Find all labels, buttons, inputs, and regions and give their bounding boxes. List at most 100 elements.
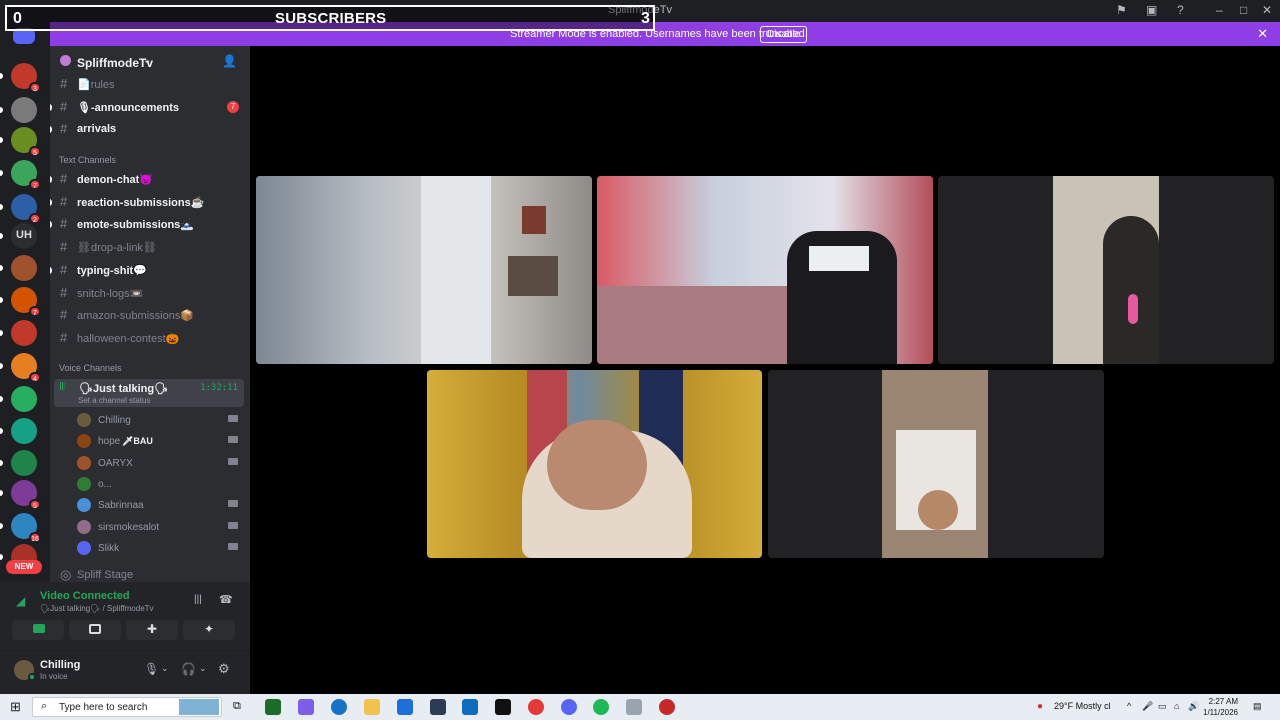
- video-tile-4[interactable]: [427, 370, 762, 558]
- channel-status-link[interactable]: Set a channel status: [78, 396, 151, 405]
- text-channels-category[interactable]: Text Channels: [59, 155, 116, 165]
- video-tile-3[interactable]: [938, 176, 1274, 364]
- voice-channel-just-talking[interactable]: 𝄃𝄃 🗣Just talking🗣 1:32:11 Set a channel …: [54, 379, 244, 407]
- help-icon[interactable]: ?: [1177, 3, 1184, 17]
- weather-text[interactable]: 29°F Mostly cl: [1054, 701, 1111, 711]
- voice-channels-category[interactable]: Voice Channels: [59, 363, 122, 373]
- server-icon-14[interactable]: 16: [11, 513, 41, 543]
- channel-item[interactable]: # ⛓drop-a-link⛓: [50, 237, 250, 257]
- server-icon-12[interactable]: [11, 450, 37, 476]
- settings-gear-icon[interactable]: ⚙: [218, 661, 230, 677]
- server-icon-8[interactable]: [11, 320, 37, 346]
- file-explorer-icon[interactable]: [364, 699, 380, 715]
- server-icon-3[interactable]: 7: [11, 160, 41, 190]
- display-tray-icon[interactable]: ▭: [1158, 701, 1167, 712]
- voice-member[interactable]: Slikk: [74, 538, 244, 558]
- user-name[interactable]: Chilling: [40, 659, 80, 671]
- server-icon-5[interactable]: UH: [11, 223, 37, 249]
- server-header[interactable]: SpliffmodeTv ⌄ 👤: [50, 50, 250, 74]
- channel-item[interactable]: # demon-chat😈: [50, 169, 250, 189]
- voice-member[interactable]: OARYX: [74, 453, 244, 473]
- disable-button[interactable]: Disable: [760, 26, 808, 43]
- server-icon-1[interactable]: [11, 97, 37, 123]
- activities-icon: ✚: [147, 622, 158, 636]
- channel-item[interactable]: # typing-shit💬: [50, 260, 250, 280]
- discord-icon[interactable]: [561, 699, 577, 715]
- camera-button[interactable]: [12, 620, 64, 640]
- copilot-icon[interactable]: [298, 699, 314, 715]
- nvidia-icon[interactable]: [265, 699, 281, 715]
- microphone-icon[interactable]: 🎙: [144, 662, 159, 676]
- server-icon-11[interactable]: [11, 418, 37, 444]
- noise-suppression-icon[interactable]: |||: [194, 594, 202, 605]
- channel-item[interactable]: # arrivals: [50, 119, 250, 139]
- voice-connection-panel: ◢ Video Connected 🗣Just talking🗣 / Splif…: [0, 582, 250, 650]
- disconnect-icon[interactable]: ☎: [219, 593, 233, 606]
- channel-item[interactable]: # emote-submissions🗻: [50, 214, 250, 234]
- weather-icon[interactable]: ●: [1037, 701, 1043, 712]
- video-tile-5[interactable]: [768, 370, 1104, 558]
- server-icon-0[interactable]: 3: [11, 63, 41, 93]
- channel-item[interactable]: # amazon-submissions📦: [50, 305, 250, 325]
- member-name: hope: [98, 436, 121, 448]
- tiktok-icon[interactable]: [495, 699, 511, 715]
- frames-image: [508, 256, 558, 296]
- channel-item[interactable]: # snitch-logs📼: [50, 283, 250, 303]
- outlook-icon[interactable]: [462, 699, 478, 715]
- maximize-icon[interactable]: □: [1240, 3, 1247, 17]
- voice-member[interactable]: hope 🗡BAU: [74, 431, 244, 451]
- channel-item[interactable]: # 📄rules: [50, 74, 250, 94]
- screen-share-button[interactable]: [69, 620, 121, 640]
- taskbar-search[interactable]: ⌕ Type here to search: [32, 697, 222, 717]
- video-tile-2[interactable]: [597, 176, 933, 364]
- voice-status[interactable]: Video Connected: [40, 590, 130, 602]
- voice-member[interactable]: o...: [74, 474, 244, 494]
- minimize-icon[interactable]: –: [1216, 3, 1223, 17]
- invite-icon[interactable]: 👤: [222, 54, 237, 68]
- inbox-icon[interactable]: ⚑: [1116, 3, 1127, 17]
- server-icon-13[interactable]: 5: [11, 480, 41, 510]
- network-icon[interactable]: ⌂: [1174, 701, 1179, 711]
- channel-item[interactable]: # halloween-contest🎃: [50, 328, 250, 348]
- close-window-icon[interactable]: ✕: [1262, 3, 1272, 17]
- server-icon-10[interactable]: [11, 386, 37, 412]
- voice-member[interactable]: Chilling: [74, 410, 244, 430]
- audio-options-chevron-icon[interactable]: ⌄: [199, 663, 207, 674]
- volume-icon[interactable]: 🔊: [1188, 701, 1199, 712]
- bed-image: [597, 286, 797, 364]
- member-name: sirsmokesalot: [98, 521, 160, 533]
- app-icon-2[interactable]: [626, 699, 642, 715]
- tray-expand-icon[interactable]: ^: [1127, 701, 1131, 711]
- server-icon-9[interactable]: 4: [11, 353, 41, 383]
- channel-item[interactable]: # 🎙-announcements 7: [50, 97, 250, 117]
- voice-member[interactable]: sirsmokesalot: [74, 517, 244, 537]
- store-icon[interactable]: [397, 699, 413, 715]
- video-tile-1[interactable]: [256, 176, 592, 364]
- channel-item[interactable]: # reaction-submissions☕: [50, 192, 250, 212]
- microphone-tray-icon[interactable]: 🎤: [1142, 701, 1153, 712]
- spotify-icon[interactable]: [593, 699, 609, 715]
- soundboard-button[interactable]: ✦: [183, 620, 235, 640]
- pink-object-image: [1128, 294, 1138, 324]
- screen-icon[interactable]: ▣: [1146, 3, 1157, 17]
- mic-options-chevron-icon[interactable]: ⌄: [161, 663, 169, 674]
- voice-member[interactable]: Sabrinnaa: [74, 495, 244, 515]
- notification-icon[interactable]: ▤: [1253, 701, 1262, 712]
- task-view-icon[interactable]: ⧉: [233, 700, 241, 713]
- voice-location[interactable]: 🗣Just talking🗣 / SpliffmodeTv: [40, 604, 154, 613]
- stage-channel[interactable]: ◎ Spliff Stage: [50, 565, 250, 582]
- chrome-icon[interactable]: [528, 699, 544, 715]
- close-banner-icon[interactable]: ✕: [1257, 26, 1268, 42]
- edge-icon[interactable]: [331, 699, 347, 715]
- server-icon-6[interactable]: [11, 255, 37, 281]
- server-icon-4[interactable]: 2: [11, 194, 41, 224]
- headphones-icon[interactable]: 🎧: [181, 662, 196, 676]
- obs-icon[interactable]: [659, 699, 675, 715]
- server-icon-2[interactable]: 5: [11, 127, 41, 157]
- app-icon[interactable]: [430, 699, 446, 715]
- hash-icon: #: [60, 121, 68, 137]
- windows-start-icon[interactable]: ⊞: [10, 699, 21, 715]
- server-icon-7[interactable]: 7: [11, 287, 41, 317]
- taskbar-clock[interactable]: 2:27 AM 1/11/2026: [1203, 696, 1238, 718]
- activities-button[interactable]: ✚: [126, 620, 178, 640]
